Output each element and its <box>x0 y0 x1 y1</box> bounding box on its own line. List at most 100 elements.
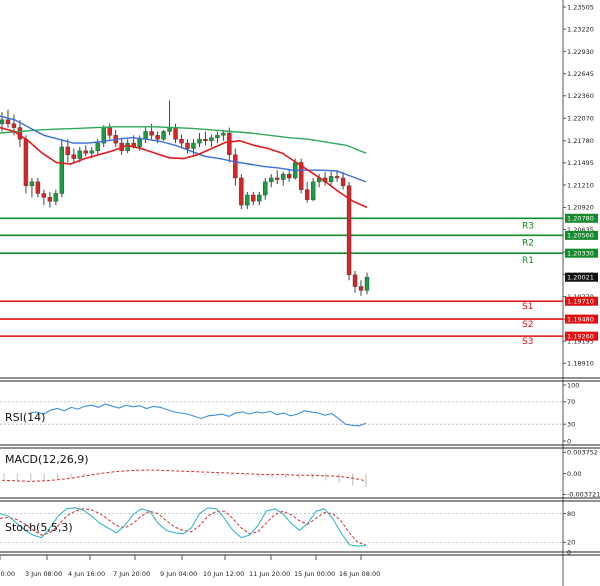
price-tick-label: 1.21495 <box>567 159 594 167</box>
time-tick-label: 9 Jun 04:00 <box>160 570 197 578</box>
stoch-tick-label: 80 <box>567 510 575 518</box>
candle-body <box>125 142 130 152</box>
rsi-tick-label: 100 <box>567 381 579 389</box>
stoch-title: Stoch(5,5,3) <box>5 521 73 534</box>
macd-tick-label: 0.00 <box>567 470 581 478</box>
candle-body <box>59 146 65 194</box>
time-tick-label: 10 Jun 12:00 <box>203 570 244 578</box>
rsi-tick-label: 70 <box>567 398 575 406</box>
time-axis: 2 Jun 00:00 3 Jun 08:00 4 Jun 16:00 7 Jun 2… <box>0 555 380 578</box>
candle-body <box>257 194 262 202</box>
candle-body <box>143 131 148 140</box>
candle-body <box>185 142 190 149</box>
candle-body <box>0 119 5 124</box>
candle-body <box>263 181 268 196</box>
candle-body <box>251 194 256 202</box>
candle-body <box>358 286 364 291</box>
resistance-value: 1.20780 <box>567 215 594 223</box>
candle-body <box>310 181 316 200</box>
candle-body <box>227 132 232 155</box>
time-tick-label: 2 Jun 00:00 <box>0 570 15 578</box>
candle-body <box>53 193 59 202</box>
support-value: 1.19260 <box>567 332 594 340</box>
candle-body <box>179 139 184 144</box>
candle-body <box>17 127 23 140</box>
price-tick-label: 1.21780 <box>567 137 594 145</box>
candle-body <box>340 177 346 186</box>
macd-title: MACD(12,26,9) <box>5 453 89 466</box>
time-tick-label: 3 Jun 08:00 <box>25 570 62 578</box>
time-tick-label: 11 Jun 20:00 <box>249 570 290 578</box>
price-tick-label: 1.22645 <box>567 70 594 78</box>
resistance-value: 1.20330 <box>567 249 594 257</box>
support-label: S2 <box>522 320 533 330</box>
candle-body <box>95 142 100 152</box>
candle-body <box>23 139 29 186</box>
support-value: 1.19710 <box>567 298 594 306</box>
candle-body <box>65 146 71 155</box>
stoch-tick-label: 20 <box>567 539 575 547</box>
candle-body <box>209 137 214 141</box>
time-tick-label: 4 Jun 16:00 <box>68 570 105 578</box>
forex-chart: 1.23505 1.23220 1.22930 1.22645 1.22360 1.220… <box>0 0 600 586</box>
candle-body <box>197 139 202 144</box>
time-tick-label: 15 Jun 00:00 <box>294 570 335 578</box>
candle-body <box>191 142 196 149</box>
time-tick-label: 16 Jun 08:00 <box>339 570 380 578</box>
candle-body <box>364 277 370 291</box>
rsi-tick-label: 0 <box>567 437 571 445</box>
macd-signal-line <box>1 469 367 482</box>
resistance-label: R1 <box>522 256 534 266</box>
price-tick-label: 1.23505 <box>567 3 594 11</box>
candle-body <box>29 181 35 186</box>
rsi-line <box>29 403 367 427</box>
support-value: 1.19480 <box>567 315 594 323</box>
candle-body <box>221 132 226 136</box>
candle-body <box>245 194 250 206</box>
candle-body <box>155 135 160 140</box>
resistance-value: 1.20560 <box>567 232 594 240</box>
chart-canvas[interactable]: 1.23505 1.23220 1.22930 1.22645 1.22360 1.220… <box>0 0 600 586</box>
candle-body <box>269 177 274 183</box>
candle-body <box>107 127 112 136</box>
candle-body <box>215 135 220 138</box>
candle-body <box>233 154 238 179</box>
resistance-label: R2 <box>522 238 534 248</box>
candle-body <box>281 173 286 180</box>
candle-body <box>47 197 53 202</box>
candle-body <box>352 274 358 287</box>
candle-body <box>203 139 208 141</box>
candle-body <box>304 189 310 200</box>
candle-body <box>71 154 77 159</box>
candle-body <box>41 193 47 198</box>
price-tick-label: 1.22930 <box>567 48 594 56</box>
rsi-tick-label: 30 <box>567 421 575 429</box>
candle-body <box>89 150 94 154</box>
candle-body <box>11 123 17 128</box>
support-label: S1 <box>522 302 533 312</box>
price-pane: 1.23505 1.23220 1.22930 1.22645 1.22360 1.220… <box>0 0 600 586</box>
candle-body <box>239 177 244 206</box>
time-tick-label: 7 Jun 20:00 <box>113 570 150 578</box>
candle-body <box>328 176 334 183</box>
macd-pane: 0.003752 0.00 -0.003721 MACD(12,26,9) <box>1 449 600 499</box>
rsi-pane: 100 70 30 0 RSI(14) <box>0 381 579 445</box>
candle-body <box>5 119 11 124</box>
candle-body <box>173 127 178 140</box>
candle-body <box>35 181 41 194</box>
price-tick-label: 1.20920 <box>567 204 594 212</box>
price-tick-label: 1.22070 <box>567 115 594 123</box>
macd-tick-label: -0.003721 <box>567 491 600 499</box>
price-tick-label: 1.23220 <box>567 25 594 33</box>
candle-body <box>334 176 340 179</box>
candle-body <box>275 177 280 180</box>
candle-body <box>83 150 88 154</box>
resistance-label: R3 <box>522 221 534 231</box>
stoch-tick-label: 0 <box>567 548 571 556</box>
price-tick-label: 1.21210 <box>567 181 594 189</box>
price-tick-label: 1.18910 <box>567 360 594 368</box>
candle-body <box>137 139 142 148</box>
support-label: S3 <box>522 337 533 347</box>
candle-body <box>161 131 166 140</box>
current-price-value: 1.20021 <box>567 274 594 282</box>
